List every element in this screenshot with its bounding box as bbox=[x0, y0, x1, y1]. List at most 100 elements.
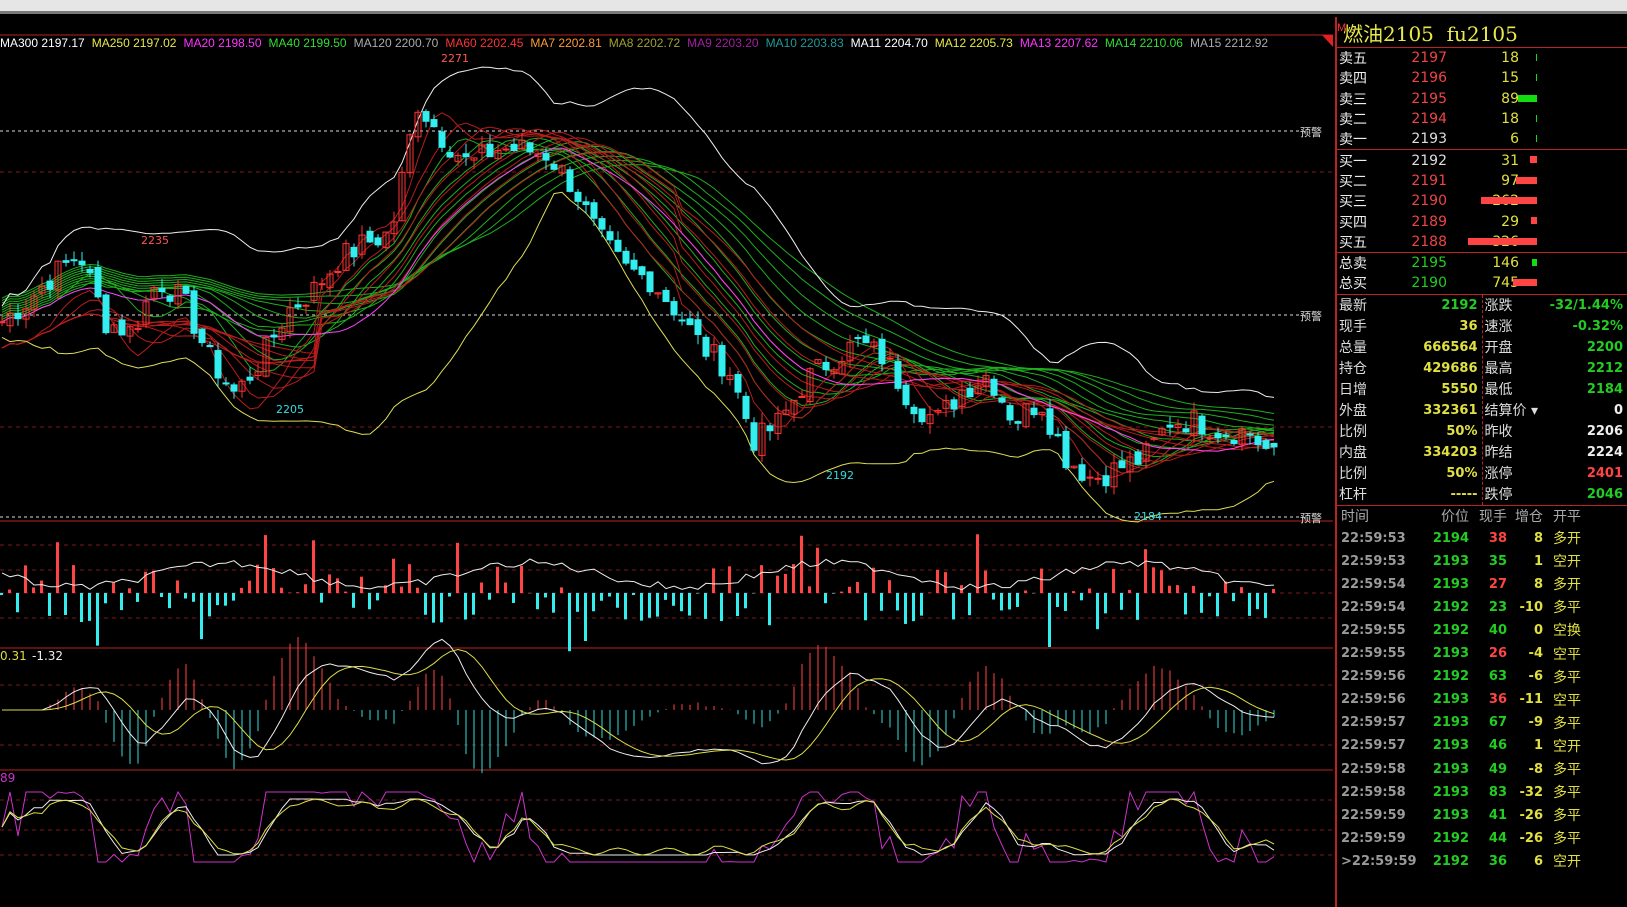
volume-bar bbox=[808, 586, 811, 593]
candle bbox=[718, 345, 726, 377]
candle bbox=[694, 319, 702, 336]
trade-cell: 2193 bbox=[1432, 807, 1469, 823]
book-row: 买四 2189 29 bbox=[1337, 211, 1627, 231]
candle bbox=[94, 267, 102, 298]
candle bbox=[78, 260, 86, 266]
trade-cell: -26 bbox=[1519, 807, 1544, 823]
trade-cell: 67 bbox=[1488, 715, 1507, 731]
book-label: 卖五 bbox=[1339, 51, 1367, 68]
book-row: 卖一 2193 6 bbox=[1337, 129, 1627, 149]
volume-bar bbox=[224, 593, 227, 606]
trade-cell: 22:59:56 bbox=[1341, 669, 1406, 685]
trade-cell: 26 bbox=[1488, 646, 1507, 662]
candle bbox=[670, 301, 678, 316]
candle bbox=[1134, 451, 1142, 465]
volume-bar bbox=[704, 593, 707, 619]
trade-cell: 2193 bbox=[1432, 553, 1469, 569]
volume-bar bbox=[1112, 568, 1115, 593]
stat-value: 0 bbox=[1613, 402, 1623, 418]
volume-bar bbox=[200, 593, 203, 640]
stat-label[interactable]: 结算价 ▾ bbox=[1485, 400, 1538, 420]
stat-row: 涨停 2401 bbox=[1483, 463, 1627, 484]
book-volume: 6 bbox=[1510, 131, 1519, 148]
candle bbox=[198, 328, 206, 344]
alert-label: 预警 bbox=[1300, 310, 1322, 323]
volume-bar bbox=[1152, 567, 1155, 593]
trade-cell: 49 bbox=[1488, 761, 1507, 777]
volume-bar bbox=[976, 534, 979, 593]
volume-bar bbox=[832, 593, 835, 594]
book-price: 2189 bbox=[1411, 213, 1447, 230]
trades-column-header: 增仓 bbox=[1515, 509, 1543, 526]
trade-cell: 多平 bbox=[1553, 808, 1581, 825]
volume-bar bbox=[1200, 593, 1203, 613]
volume-bar bbox=[1531, 217, 1537, 225]
ma-legend-item: MA300 2197.17 bbox=[0, 36, 85, 50]
trade-cell: 1 bbox=[1533, 738, 1543, 754]
candle bbox=[1006, 405, 1014, 421]
ma-legend-item: MA14 2210.06 bbox=[1104, 36, 1183, 50]
trade-cell: >22:59:59 bbox=[1341, 853, 1417, 869]
volume-bar bbox=[1128, 589, 1131, 593]
stat-row: 持仓 429686 bbox=[1337, 358, 1482, 379]
book-volume: 97 bbox=[1501, 172, 1519, 189]
ma-legend-item: MA15 2212.92 bbox=[1189, 36, 1269, 50]
trade-row: 22:59:53 2194 38 8 多开 bbox=[1337, 527, 1627, 550]
volume-bar bbox=[936, 569, 939, 593]
ma-legend-item: MA7 2202.81 bbox=[530, 36, 602, 50]
volume-bar bbox=[1024, 590, 1027, 593]
volume-bar bbox=[416, 587, 419, 593]
stat-label: 最新 bbox=[1339, 298, 1367, 315]
book-price: 2197 bbox=[1411, 50, 1447, 67]
candle bbox=[158, 287, 166, 293]
volume-bar bbox=[120, 593, 123, 611]
trade-cell: 空开 bbox=[1553, 738, 1581, 755]
book-price: 2192 bbox=[1411, 152, 1447, 169]
stat-label: 比例 bbox=[1339, 424, 1367, 441]
stat-value: 429686 bbox=[1423, 360, 1478, 376]
volume-bar bbox=[96, 593, 99, 646]
candle bbox=[1166, 424, 1174, 428]
volume-bar bbox=[1192, 585, 1195, 593]
trade-cell: 8 bbox=[1533, 576, 1543, 592]
ma-legend-item: MA10 2203.83 bbox=[765, 36, 844, 50]
stat-label: 总量 bbox=[1339, 340, 1367, 357]
chart-area[interactable]: 2271 2235 2205 2192 2184 0.31 -1.32 89 bbox=[0, 17, 1335, 907]
stat-row: 涨跌 -32/1.44% bbox=[1483, 295, 1627, 316]
volume-bar bbox=[320, 593, 323, 603]
volume-bar bbox=[1184, 593, 1187, 615]
trade-row: 22:59:54 2193 27 8 多开 bbox=[1337, 573, 1627, 596]
candle bbox=[590, 202, 598, 219]
trade-cell: 38 bbox=[1488, 530, 1507, 546]
trade-cell: 2192 bbox=[1432, 599, 1469, 615]
candle bbox=[1046, 408, 1054, 435]
candle bbox=[462, 153, 470, 158]
volume-bar bbox=[1064, 593, 1067, 611]
volume-bar bbox=[520, 565, 523, 593]
candle bbox=[638, 266, 646, 276]
trade-row: 22:59:59 2193 41 -26 多平 bbox=[1337, 804, 1627, 827]
stat-value: 334203 bbox=[1423, 444, 1478, 460]
trade-cell: 空平 bbox=[1553, 692, 1581, 709]
book-row: 买一 2192 31 bbox=[1337, 150, 1627, 170]
stat-value: -0.32% bbox=[1572, 318, 1624, 334]
candle bbox=[750, 422, 758, 451]
candle bbox=[1094, 477, 1102, 480]
stat-row: 现手 36 bbox=[1337, 316, 1482, 337]
trade-cell: 多开 bbox=[1553, 577, 1581, 594]
candle bbox=[1118, 460, 1126, 469]
candle bbox=[1078, 464, 1086, 481]
volume-bar bbox=[240, 587, 243, 593]
candle bbox=[1062, 430, 1070, 469]
volume-bar bbox=[392, 558, 395, 593]
volume-bar bbox=[232, 593, 235, 601]
volume-bar bbox=[904, 593, 907, 624]
candle bbox=[686, 318, 694, 326]
trade-cell: 2193 bbox=[1432, 692, 1469, 708]
candle bbox=[542, 153, 550, 161]
candle bbox=[646, 271, 654, 293]
stat-value: 2192 bbox=[1441, 297, 1478, 313]
book-price: 2194 bbox=[1411, 111, 1447, 128]
volume-bar bbox=[1518, 94, 1537, 102]
candle bbox=[950, 399, 958, 410]
